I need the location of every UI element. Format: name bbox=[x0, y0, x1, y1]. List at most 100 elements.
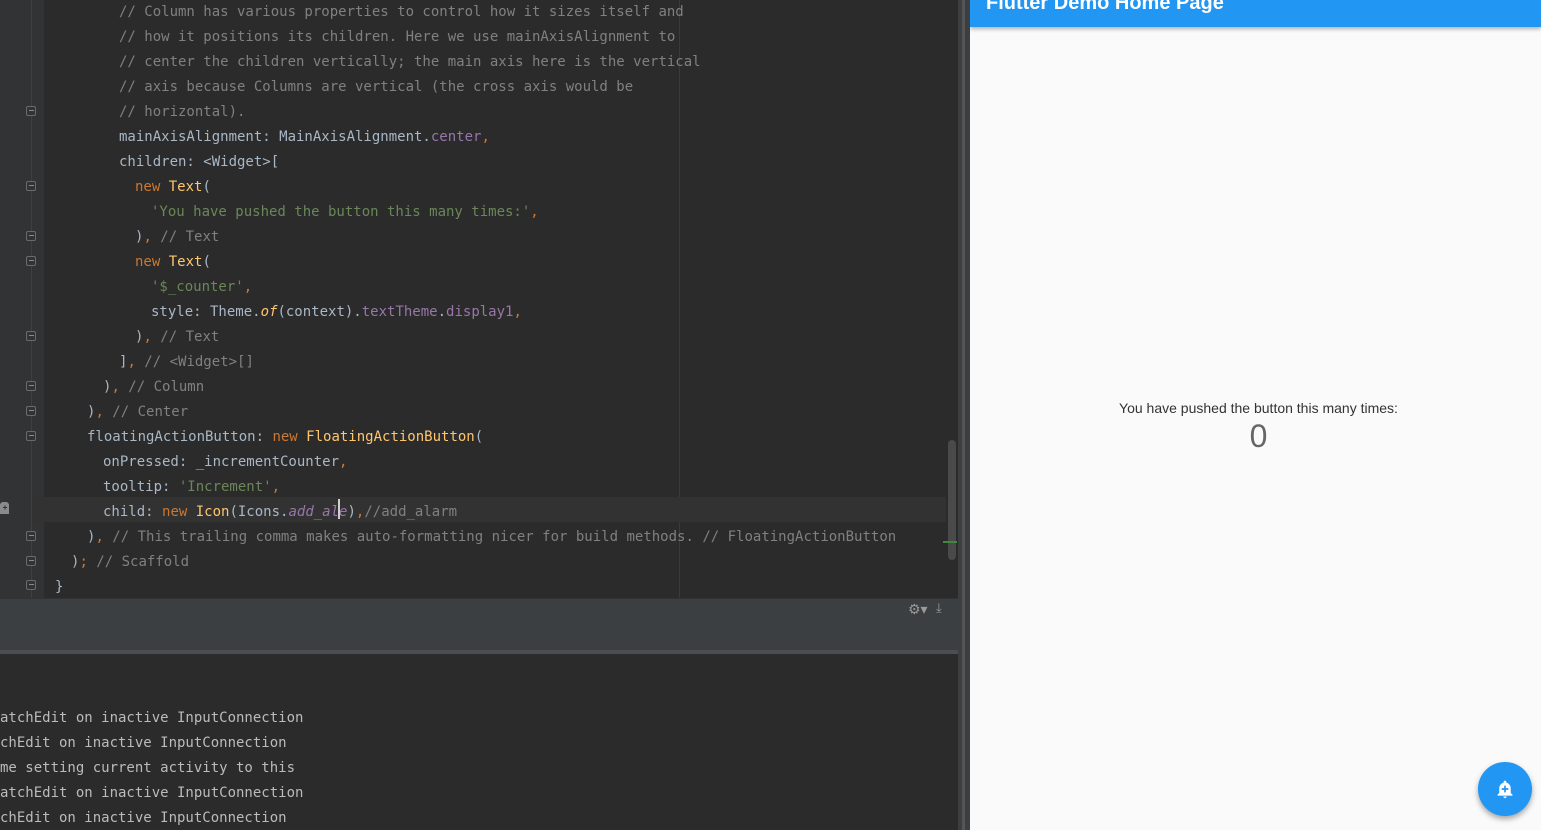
code-line[interactable]: ), // Center bbox=[87, 400, 188, 425]
code-token: , bbox=[339, 454, 348, 470]
code-line[interactable]: // how it positions its children. Here w… bbox=[119, 25, 675, 50]
increment-fab-button[interactable] bbox=[1478, 762, 1532, 816]
code-line[interactable]: mainAxisAlignment: MainAxisAlignment.cen… bbox=[119, 125, 490, 150]
code-line[interactable]: tooltip: 'Increment', bbox=[103, 475, 280, 500]
code-token: onPressed: _incrementCounter bbox=[103, 454, 340, 470]
code-token: floatingActionButton: bbox=[87, 429, 273, 445]
code-token: ( bbox=[202, 179, 211, 195]
fold-marker[interactable] bbox=[26, 556, 36, 566]
code-token: // center the children vertically; the m… bbox=[119, 54, 701, 70]
fold-marker[interactable] bbox=[26, 231, 36, 241]
counter-value: 0 bbox=[1249, 418, 1268, 454]
code-token: ( bbox=[202, 254, 211, 270]
code-line[interactable]: // axis because Columns are vertical (th… bbox=[119, 75, 633, 100]
code-token: } bbox=[55, 579, 64, 595]
gear-icon[interactable]: ⚙▾ bbox=[908, 602, 928, 618]
code-line[interactable]: child: new Icon(Icons.add_ale),//add_ala… bbox=[103, 500, 457, 525]
code-token: textTheme bbox=[361, 304, 438, 320]
code-line[interactable]: } bbox=[55, 575, 63, 598]
code-editor[interactable]: // Column has various properties to cont… bbox=[0, 0, 958, 598]
code-token: // Center bbox=[103, 404, 189, 420]
code-token: new bbox=[272, 429, 307, 445]
code-token: , bbox=[95, 529, 104, 545]
code-token: children: <Widget>[ bbox=[119, 154, 280, 170]
code-line[interactable]: new Text( bbox=[135, 175, 211, 200]
code-token: // Column bbox=[119, 379, 205, 395]
code-token: //add_alarm bbox=[364, 504, 458, 520]
intention-bulb-icon[interactable] bbox=[0, 501, 10, 515]
code-token: FloatingActionButton bbox=[306, 429, 475, 445]
console-header bbox=[0, 622, 958, 650]
code-token: // how it positions its children. Here w… bbox=[119, 29, 676, 45]
code-token: // Scaffold bbox=[87, 554, 190, 570]
code-line[interactable]: ), // Column bbox=[103, 375, 204, 400]
console-line: me setting current activity to this bbox=[0, 760, 296, 776]
code-line[interactable]: ), // Text bbox=[135, 225, 219, 250]
code-token: of bbox=[260, 304, 278, 320]
code-token: ) bbox=[347, 504, 356, 520]
code-line[interactable]: // center the children vertically; the m… bbox=[119, 50, 701, 75]
add-alert-icon bbox=[1497, 780, 1513, 799]
code-token: , bbox=[95, 404, 104, 420]
code-token: , bbox=[127, 354, 136, 370]
fold-marker[interactable] bbox=[26, 181, 36, 191]
fold-marker[interactable] bbox=[26, 381, 36, 391]
console-line: atchEdit on inactive InputConnection bbox=[0, 785, 304, 801]
code-token: // Text bbox=[151, 329, 220, 345]
code-token: display1 bbox=[446, 304, 514, 320]
console-line: chEdit on inactive InputConnection bbox=[0, 735, 287, 751]
code-token: // <Widget>[] bbox=[135, 354, 254, 370]
code-token: 'Increment' bbox=[178, 479, 272, 495]
code-token: new bbox=[135, 254, 169, 270]
code-line[interactable]: // Column has various properties to cont… bbox=[119, 0, 684, 25]
fold-marker[interactable] bbox=[26, 331, 36, 341]
code-line[interactable]: children: <Widget>[ bbox=[119, 150, 279, 175]
code-line[interactable]: ), // This trailing comma makes auto-for… bbox=[87, 525, 896, 550]
code-token: // Text bbox=[151, 229, 220, 245]
download-icon[interactable]: ⤓ bbox=[936, 601, 942, 616]
code-token: Text bbox=[168, 179, 203, 195]
code-token: , bbox=[481, 129, 490, 145]
code-line[interactable]: // horizontal). bbox=[119, 100, 245, 125]
fold-marker[interactable] bbox=[26, 406, 36, 416]
code-token: center bbox=[430, 129, 482, 145]
code-line[interactable]: ], // <Widget>[] bbox=[119, 350, 254, 375]
code-line[interactable]: floatingActionButton: new FloatingAction… bbox=[87, 425, 483, 450]
code-token: , bbox=[143, 229, 152, 245]
code-token: style: Theme. bbox=[151, 304, 261, 320]
code-token: new bbox=[135, 179, 169, 195]
code-token: ( bbox=[474, 429, 484, 445]
app-bar-title: Flutter Demo Home Page bbox=[986, 0, 1224, 14]
fold-marker[interactable] bbox=[26, 256, 36, 266]
code-token: (Icons. bbox=[229, 504, 289, 520]
code-line[interactable]: onPressed: _incrementCounter, bbox=[103, 450, 347, 475]
code-token: , bbox=[271, 479, 281, 495]
code-token: // Column has various properties to cont… bbox=[119, 4, 684, 20]
code-token: , bbox=[243, 279, 253, 295]
code-line[interactable]: 'You have pushed the button this many ti… bbox=[151, 200, 539, 225]
code-line[interactable]: ); // Scaffold bbox=[71, 550, 189, 575]
fold-marker[interactable] bbox=[26, 580, 36, 590]
code-token: // horizontal). bbox=[119, 104, 246, 120]
code-token: 'You have pushed the button this many ti… bbox=[151, 204, 531, 220]
code-token: , bbox=[530, 204, 539, 220]
console-toolbar: ⚙▾ ⤓ bbox=[0, 598, 958, 623]
code-token: // This trailing comma makes auto-format… bbox=[103, 529, 897, 545]
code-line[interactable]: new Text( bbox=[135, 250, 211, 275]
code-token: Text bbox=[168, 254, 203, 270]
code-token: ; bbox=[79, 554, 88, 570]
code-token: (context). bbox=[277, 304, 362, 320]
code-token: , bbox=[143, 329, 152, 345]
code-line[interactable]: '$_counter', bbox=[151, 275, 252, 300]
code-line[interactable]: style: Theme.of(context).textTheme.displ… bbox=[151, 300, 522, 325]
emulator-screen[interactable]: Flutter Demo Home Page You have pushed t… bbox=[970, 0, 1541, 830]
code-line[interactable]: ), // Text bbox=[135, 325, 219, 350]
fold-marker[interactable] bbox=[26, 531, 36, 541]
run-console[interactable]: atchEdit on inactive InputConnection chEd… bbox=[0, 654, 958, 830]
code-token: new bbox=[162, 504, 196, 520]
code-token: tooltip: bbox=[103, 479, 179, 495]
fold-marker[interactable] bbox=[26, 106, 36, 116]
window-splitter[interactable] bbox=[958, 0, 970, 830]
fold-marker[interactable] bbox=[26, 431, 36, 441]
counter-message: You have pushed the button this many tim… bbox=[1119, 400, 1398, 416]
